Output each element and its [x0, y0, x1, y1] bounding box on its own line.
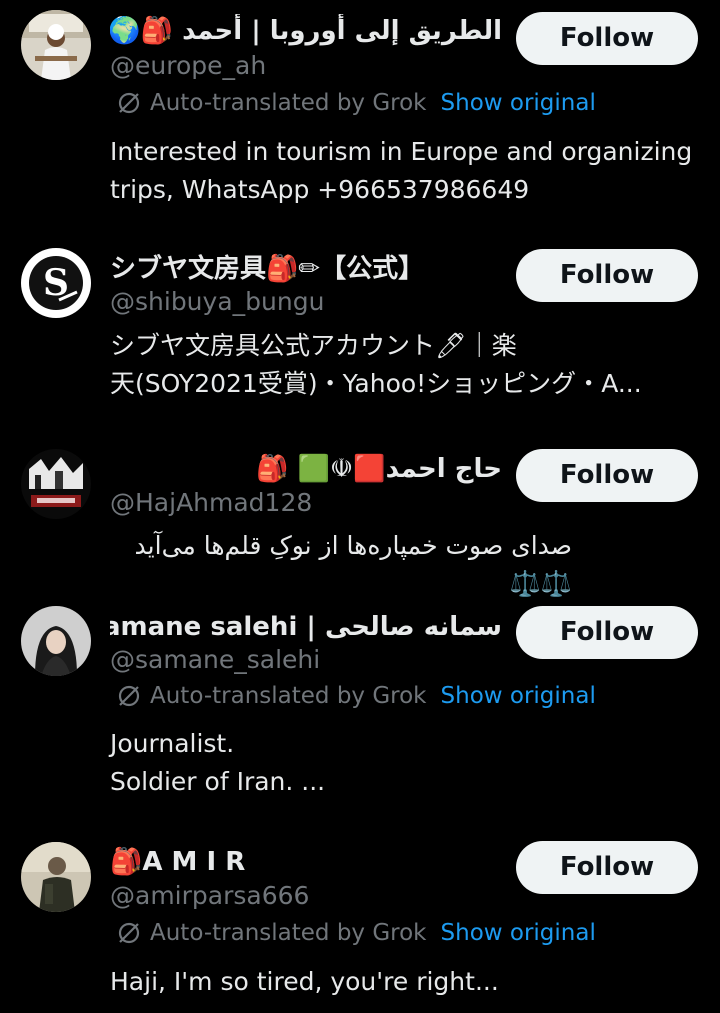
follow-button[interactable]: Follow: [516, 606, 698, 659]
avatar[interactable]: [21, 449, 91, 519]
avatar[interactable]: [21, 606, 91, 676]
show-original-link[interactable]: Show original: [441, 88, 596, 118]
user-handle: @europe_ah: [110, 51, 267, 80]
display-name: حاج احمد🟥☫🟩 🎒: [256, 454, 502, 484]
user-bio: Haji, I'm so tired, you're right...: [110, 967, 499, 996]
display-name: シブヤ文房具🎒✏【公式】: [110, 254, 425, 284]
auto-translated-label: Auto-translated by Grok: [150, 683, 427, 709]
avatar[interactable]: [21, 842, 91, 912]
display-name: الطريق إلى أوروبا | أحمد 🎒🌍: [110, 14, 502, 48]
user-handle: @samane_salehi: [110, 645, 321, 674]
translation-notice: Auto-translated by Grok Show original: [116, 681, 596, 711]
user-bio: Journalist. Soldier of Iran. ...: [110, 729, 326, 796]
grok-icon: [116, 90, 142, 116]
follow-button[interactable]: Follow: [516, 249, 698, 302]
translation-notice: Auto-translated by Grok Show original: [116, 88, 596, 118]
user-bio: Interested in tourism in Europe and orga…: [110, 137, 693, 204]
user-handle: @amirparsa666: [110, 881, 310, 910]
avatar[interactable]: [21, 10, 91, 80]
auto-translated-label: Auto-translated by Grok: [150, 920, 427, 946]
show-original-link[interactable]: Show original: [441, 918, 596, 948]
user-bio: シブヤ文房具公式アカウント🖊｜楽 天(SOY2021受賞)・Yahoo!ショッピ…: [110, 331, 642, 398]
user-bio: صدای صوت خمپاره‌ها از نوکِ قلم‌ها می‌آید…: [134, 531, 572, 598]
auto-translated-label: Auto-translated by Grok: [150, 90, 427, 116]
user-handle: @shibuya_bungu: [110, 287, 325, 316]
show-original-link[interactable]: Show original: [441, 681, 596, 711]
display-name: سمانه صالحی | samane salehi🎒: [110, 612, 502, 642]
avatar[interactable]: S: [21, 248, 91, 318]
grok-icon: [116, 920, 142, 946]
grok-icon: [116, 683, 142, 709]
follow-button[interactable]: Follow: [516, 449, 698, 502]
user-handle: @HajAhmad128: [110, 488, 313, 517]
follow-button[interactable]: Follow: [516, 12, 698, 65]
display-name: 🎒A M I R: [110, 847, 246, 877]
follow-button[interactable]: Follow: [516, 841, 698, 894]
translation-notice: Auto-translated by Grok Show original: [116, 918, 596, 948]
